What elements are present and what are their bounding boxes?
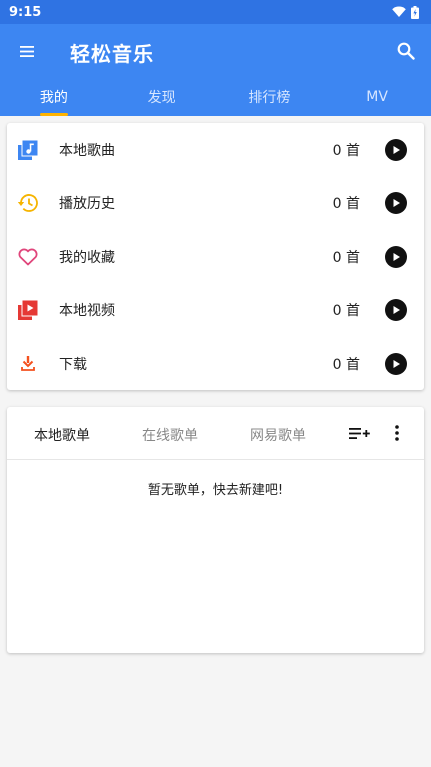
wifi-icon xyxy=(392,6,406,18)
app-title: 轻松音乐 xyxy=(70,42,154,66)
playlist-tabs: 本地歌单 在线歌单 网易歌单 xyxy=(7,407,424,460)
library-item-local-videos[interactable]: 本地视频 0 首 xyxy=(7,283,424,337)
search-icon xyxy=(397,42,415,60)
heart-icon xyxy=(18,248,38,266)
tab-mv[interactable]: MV xyxy=(323,78,431,116)
search-button[interactable] xyxy=(393,38,419,64)
library-item-count: 0 首 xyxy=(332,196,360,212)
play-icon xyxy=(393,306,400,314)
play-icon xyxy=(393,360,400,368)
play-button[interactable] xyxy=(385,299,407,321)
library-item-history[interactable]: 播放历史 0 首 xyxy=(7,176,424,230)
library-item-label: 播放历史 xyxy=(59,196,115,212)
library-item-count: 0 首 xyxy=(332,303,360,319)
new-playlist-button[interactable] xyxy=(347,423,371,445)
video-library-icon xyxy=(18,300,38,320)
main-tabs: 我的 发现 排行榜 MV xyxy=(0,78,431,116)
play-icon xyxy=(393,199,400,207)
library-item-label: 本地歌曲 xyxy=(59,143,115,159)
library-item-downloads[interactable]: 下载 0 首 xyxy=(7,337,424,391)
library-item-count: 0 首 xyxy=(332,250,360,266)
music-library-icon xyxy=(18,140,38,160)
library-item-label: 我的收藏 xyxy=(59,250,115,266)
library-item-local-songs[interactable]: 本地歌曲 0 首 xyxy=(7,123,424,177)
library-item-count: 0 首 xyxy=(332,143,360,159)
play-button[interactable] xyxy=(385,353,407,375)
history-icon xyxy=(17,194,38,212)
more-vert-icon xyxy=(395,425,399,441)
play-icon xyxy=(393,253,400,261)
menu-icon xyxy=(20,45,34,57)
tab-online-playlists[interactable]: 在线歌单 xyxy=(142,425,198,445)
play-button[interactable] xyxy=(385,139,407,161)
tab-charts[interactable]: 排行榜 xyxy=(216,78,324,116)
tab-mine[interactable]: 我的 xyxy=(0,78,108,116)
battery-icon xyxy=(411,5,419,19)
tab-local-playlists[interactable]: 本地歌单 xyxy=(34,425,90,445)
menu-button[interactable] xyxy=(14,38,40,64)
playlist-add-icon xyxy=(348,428,370,439)
play-icon xyxy=(393,146,400,154)
library-item-label: 下载 xyxy=(59,357,87,373)
library-item-count: 0 首 xyxy=(332,357,360,373)
play-button[interactable] xyxy=(385,246,407,268)
more-options-button[interactable] xyxy=(391,421,403,445)
status-icons xyxy=(392,5,419,19)
download-icon xyxy=(21,356,35,371)
library-card: 本地歌曲 0 首 播放历史 0 首 我的收藏 0 首 本地视频 0 首 下载 0… xyxy=(7,123,424,390)
status-time: 9:15 xyxy=(9,4,42,20)
app-bar: 轻松音乐 xyxy=(0,24,431,78)
tab-netease-playlists[interactable]: 网易歌单 xyxy=(250,425,306,445)
status-bar: 9:15 xyxy=(0,0,431,24)
empty-playlists-message: 暂无歌单，快去新建吧! xyxy=(147,483,284,498)
library-item-label: 本地视频 xyxy=(59,303,115,319)
tab-discover[interactable]: 发现 xyxy=(108,78,216,116)
library-item-favorites[interactable]: 我的收藏 0 首 xyxy=(7,230,424,284)
playlists-card: 本地歌单 在线歌单 网易歌单 暂无歌单，快去新建吧! xyxy=(7,407,424,653)
play-button[interactable] xyxy=(385,192,407,214)
